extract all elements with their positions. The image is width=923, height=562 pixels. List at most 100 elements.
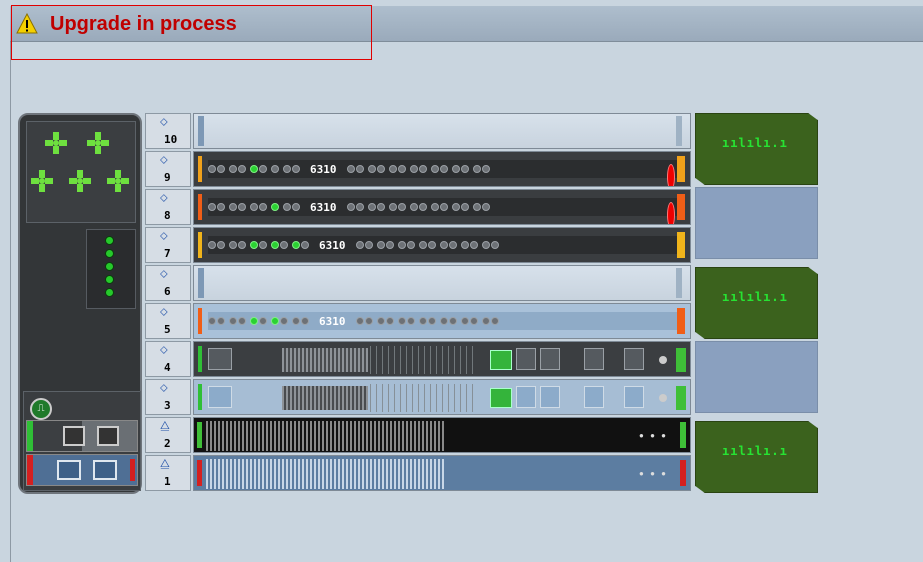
port-led[interactable] xyxy=(490,317,499,325)
port-led[interactable] xyxy=(406,317,415,325)
port-led[interactable] xyxy=(208,203,216,211)
port-led[interactable] xyxy=(430,165,439,173)
network-port[interactable] xyxy=(540,386,560,408)
port-led[interactable] xyxy=(451,165,460,173)
port-led[interactable] xyxy=(301,317,309,325)
port-led[interactable] xyxy=(283,203,291,211)
port-led[interactable] xyxy=(376,317,385,325)
port-led[interactable] xyxy=(409,165,418,173)
slot-7-switch[interactable]: 6310 xyxy=(193,227,691,263)
port-led[interactable] xyxy=(217,165,225,173)
network-port[interactable] xyxy=(516,386,536,408)
slot-8-switch[interactable]: 6310 xyxy=(193,189,691,225)
port-led[interactable] xyxy=(481,241,490,249)
port-led[interactable] xyxy=(250,165,258,173)
port-led[interactable] xyxy=(460,241,469,249)
port-led[interactable] xyxy=(397,317,406,325)
port-led[interactable] xyxy=(229,203,237,211)
power-supply-2[interactable] xyxy=(26,454,138,486)
port-led[interactable] xyxy=(208,241,216,249)
port-led[interactable] xyxy=(397,165,406,173)
port-led[interactable] xyxy=(271,241,279,249)
port-led[interactable] xyxy=(259,203,267,211)
port-led[interactable] xyxy=(250,317,258,325)
port-led[interactable] xyxy=(238,317,246,325)
port-led[interactable] xyxy=(229,165,237,173)
port-led[interactable] xyxy=(292,317,300,325)
port-led[interactable] xyxy=(217,317,225,325)
slot-9-switch[interactable]: 6310 xyxy=(193,151,691,187)
port-led[interactable] xyxy=(388,203,397,211)
port-led[interactable] xyxy=(388,165,397,173)
port-led[interactable] xyxy=(376,203,385,211)
slot-5-switch[interactable]: 6310 xyxy=(193,303,691,339)
port-led[interactable] xyxy=(667,202,675,224)
port-led[interactable] xyxy=(490,241,499,249)
port-led[interactable] xyxy=(271,317,279,325)
port-led[interactable] xyxy=(376,241,385,249)
slot-3-mgmt[interactable] xyxy=(193,379,691,415)
port-led[interactable] xyxy=(250,203,258,211)
traffic-panel[interactable]: ıılılı.ı xyxy=(695,113,818,185)
port-led[interactable] xyxy=(301,241,309,249)
port-led[interactable] xyxy=(481,165,490,173)
port-led[interactable] xyxy=(355,241,364,249)
port-led[interactable] xyxy=(409,203,418,211)
slot-10-empty[interactable] xyxy=(193,113,691,149)
port-led[interactable] xyxy=(439,317,448,325)
port-led[interactable] xyxy=(397,203,406,211)
traffic-panel[interactable]: ıılılı.ı xyxy=(695,267,818,339)
port-led[interactable] xyxy=(271,203,279,211)
port-led[interactable] xyxy=(271,165,279,173)
port-led[interactable] xyxy=(469,241,478,249)
port-led[interactable] xyxy=(250,241,258,249)
console-port[interactable] xyxy=(208,348,232,370)
port-led[interactable] xyxy=(283,165,291,173)
slot-1-fabric[interactable]: ● ● ● xyxy=(193,455,691,491)
slot-6-empty[interactable] xyxy=(193,265,691,301)
port-led[interactable] xyxy=(418,165,427,173)
slot-4-mgmt[interactable] xyxy=(193,341,691,377)
port-led[interactable] xyxy=(448,241,457,249)
port-led[interactable] xyxy=(439,241,448,249)
chassis-left-panel[interactable]: ⎍ xyxy=(18,113,142,494)
console-port[interactable] xyxy=(208,386,232,408)
port-led[interactable] xyxy=(208,317,216,325)
port-led[interactable] xyxy=(217,203,225,211)
port-led[interactable] xyxy=(217,241,225,249)
network-port[interactable] xyxy=(624,386,644,408)
network-port[interactable] xyxy=(516,348,536,370)
port-led[interactable] xyxy=(229,241,237,249)
port-led[interactable] xyxy=(418,317,427,325)
port-led[interactable] xyxy=(238,203,246,211)
port-led[interactable] xyxy=(385,241,394,249)
port-led[interactable] xyxy=(385,317,394,325)
port-led[interactable] xyxy=(481,203,490,211)
port-led[interactable] xyxy=(397,241,406,249)
port-led[interactable] xyxy=(280,317,288,325)
port-led[interactable] xyxy=(280,241,288,249)
port-led[interactable] xyxy=(367,203,376,211)
port-led[interactable] xyxy=(367,165,376,173)
status-led-panel[interactable] xyxy=(86,229,136,309)
port-led[interactable] xyxy=(364,317,373,325)
network-port[interactable] xyxy=(584,348,604,370)
fan-tray[interactable] xyxy=(26,121,136,223)
port-led[interactable] xyxy=(427,241,436,249)
port-led[interactable] xyxy=(259,165,267,173)
port-led[interactable] xyxy=(406,241,415,249)
port-led[interactable] xyxy=(460,317,469,325)
port-led[interactable] xyxy=(208,165,216,173)
network-port[interactable] xyxy=(624,348,644,370)
power-supply-1[interactable] xyxy=(26,420,138,452)
port-led[interactable] xyxy=(472,203,481,211)
port-led[interactable] xyxy=(292,241,300,249)
port-led[interactable] xyxy=(427,317,436,325)
port-led[interactable] xyxy=(259,317,267,325)
port-led[interactable] xyxy=(472,165,481,173)
port-led[interactable] xyxy=(355,317,364,325)
network-port[interactable] xyxy=(584,386,604,408)
port-led[interactable] xyxy=(430,203,439,211)
port-led[interactable] xyxy=(460,203,469,211)
port-led[interactable] xyxy=(439,203,448,211)
